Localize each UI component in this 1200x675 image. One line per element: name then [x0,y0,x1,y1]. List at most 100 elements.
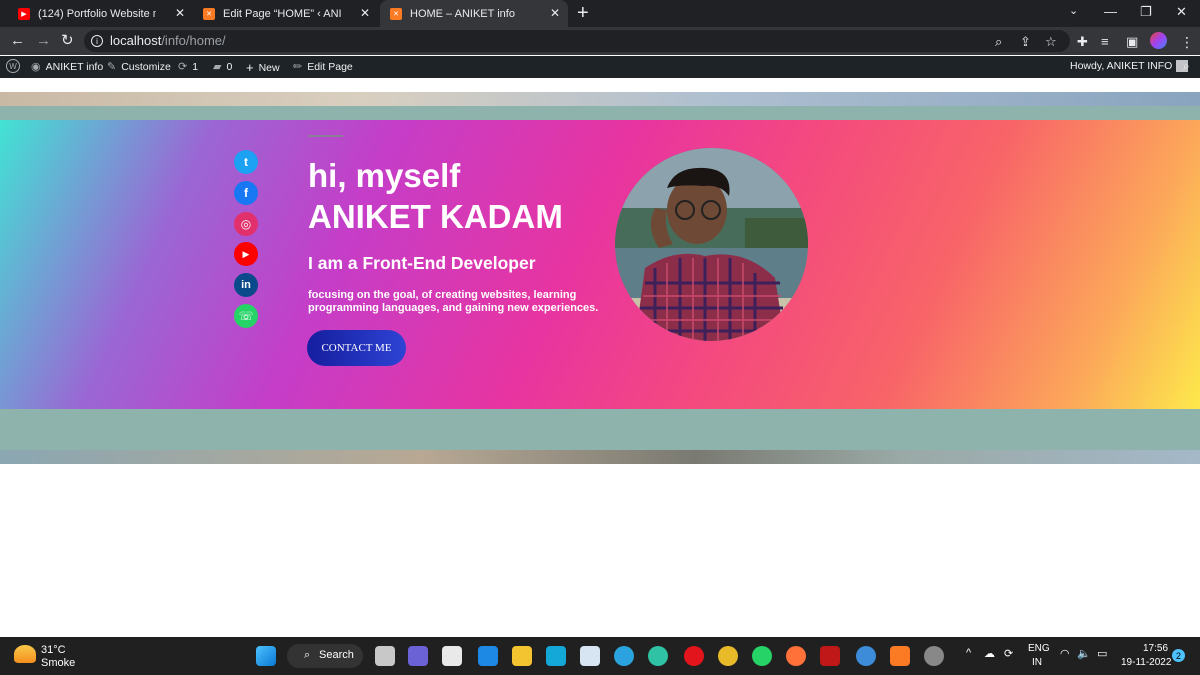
whatsapp-icon[interactable]: ☏ [234,304,258,328]
adminbar-customize[interactable]: ✎ Customize [107,60,171,74]
tray-chevron-icon[interactable]: ^ [966,647,971,659]
teal-band-bottom [0,409,1200,450]
adminbar-updates[interactable]: ⟳ 1 [178,60,199,74]
browser-tab-strip: ▶ (124) Portfolio Website making u ✕ ✕ E… [0,0,1200,27]
linkedin-icon[interactable]: in [234,273,258,297]
maximize-button[interactable]: ❐ [1140,4,1152,20]
close-icon[interactable]: ✕ [550,6,560,20]
url-text[interactable]: localhost/info/home/ [110,33,226,48]
chrome-profile-icon[interactable] [924,646,944,666]
adminbar-comments[interactable]: ▰ 0 [213,60,233,74]
notification-badge[interactable]: 2 [1172,649,1185,662]
youtube-icon[interactable]: ▶ [234,242,258,266]
mail-icon[interactable] [478,646,498,666]
chrome-icon[interactable] [718,646,738,666]
task-view-icon[interactable] [375,646,395,666]
wifi-icon[interactable]: ◠ [1060,647,1070,660]
clock-date[interactable]: 19-11-2022 [1121,657,1171,668]
pencil-icon: ✏ [293,61,303,73]
back-icon[interactable]: ← [10,31,25,51]
share-icon[interactable]: ⇪ [1020,32,1031,52]
twitter-icon[interactable]: t [234,150,258,174]
weather-temp[interactable]: 31°C [41,644,66,656]
instagram-icon[interactable]: ◎ [234,212,258,236]
language-region[interactable]: IN [1032,657,1042,668]
page-content [0,78,1200,465]
teal-band-top [0,106,1200,120]
address-bar[interactable] [84,30,1070,52]
taskbar-search-label: Search [319,649,354,661]
tab-title: HOME – ANIKET info [410,7,515,20]
adminbar-edit-label: Edit Page [307,60,353,73]
brush-icon: ✎ [107,61,117,73]
contact-me-button[interactable]: CONTACT ME [307,330,406,366]
xampp-icon[interactable] [890,646,910,666]
adminbar-edit-page[interactable]: ✏ Edit Page [293,60,353,74]
firefox-icon[interactable] [786,646,806,666]
background-image-top [0,92,1200,106]
tab-youtube[interactable]: ▶ (124) Portfolio Website making u ✕ [8,0,193,27]
adminbar-howdy[interactable]: Howdy, ANIKET INFO [1070,60,1189,72]
onedrive-icon[interactable]: ☁ [984,647,995,660]
edge-icon[interactable] [648,646,668,666]
adminbar-comments-count: 0 [226,60,233,73]
search-icon[interactable]: ⌕ [1183,59,1190,74]
reading-list-icon[interactable]: ≡ [1101,32,1109,52]
title-divider [308,135,343,137]
battery-icon[interactable]: ▭ [1097,647,1107,660]
comment-icon: ▰ [213,61,222,73]
teams-icon[interactable] [408,646,428,666]
clock-time[interactable]: 17:56 [1143,643,1168,654]
weather-icon[interactable] [14,645,36,663]
tab-title: Edit Page “HOME” ‹ ANIKET info [223,7,341,20]
whatsapp-icon[interactable] [752,646,772,666]
menu-icon[interactable]: ⋮ [1180,32,1194,52]
start-icon[interactable] [256,646,276,666]
profile-avatar[interactable] [1150,32,1167,49]
window-close-button[interactable]: ✕ [1176,4,1187,20]
reload-icon[interactable]: ↻ [61,31,74,51]
volume-icon[interactable]: 🔈 [1077,647,1091,660]
close-icon[interactable]: ✕ [360,6,370,20]
tab-title: (124) Portfolio Website making u [38,7,156,20]
photos-icon[interactable] [580,646,600,666]
forward-icon[interactable]: → [36,31,51,51]
tab-edit-page[interactable]: ✕ Edit Page “HOME” ‹ ANIKET info ✕ [193,0,378,27]
xampp-icon: ✕ [390,7,402,20]
refresh-icon: ⟳ [178,61,188,73]
close-icon[interactable]: ✕ [175,6,185,20]
url-path: /info/home/ [161,33,226,48]
launcher-icon[interactable] [546,646,566,666]
sync-icon[interactable]: ⟳ [1004,647,1013,660]
chrome-active-icon[interactable] [856,646,876,666]
store-icon[interactable] [442,646,462,666]
hero-description: focusing on the goal, of creating websit… [308,289,599,314]
tab-home[interactable]: ✕ HOME – ANIKET info ✕ [380,0,568,27]
side-panel-icon[interactable]: ▣ [1126,32,1138,52]
wp-admin-bar: W ◉ ANIKET info ✎ Customize ⟳ 1 ▰ 0 + New ✏ Ed… [0,56,1200,78]
youtube-icon: ▶ [18,7,30,20]
wordpress-icon[interactable]: W [6,59,20,73]
hero-role: I am a Front-End Developer [308,253,536,273]
background-image-bottom [0,450,1200,464]
adminbar-new[interactable]: + New [246,60,280,75]
file-explorer-icon[interactable] [512,646,532,666]
mcafee-icon[interactable] [820,646,840,666]
adminbar-site[interactable]: ◉ ANIKET info [31,60,104,74]
zoom-icon[interactable]: ⌕ [995,32,1002,52]
new-tab-button[interactable]: + [577,2,589,24]
plus-icon: + [246,60,254,75]
bookmark-star-icon[interactable]: ☆ [1045,32,1057,52]
language-code[interactable]: ENG [1028,643,1050,654]
windows-taskbar: 31°C Smoke ⌕ Search ^ ☁ ⟳ ENG IN ◠ 🔈 ▭ 1… [0,637,1200,675]
telegram-icon[interactable] [614,646,634,666]
tab-search-icon[interactable]: ⌄ [1069,4,1078,17]
adminbar-updates-count: 1 [192,60,199,73]
facebook-icon[interactable]: f [234,181,258,205]
minimize-button[interactable]: — [1104,4,1117,19]
extensions-icon[interactable]: ✚ [1077,32,1088,52]
info-icon[interactable]: i [91,35,103,47]
opera-icon[interactable] [684,646,704,666]
weather-condition[interactable]: Smoke [41,657,75,669]
adminbar-site-label: ANIKET info [45,60,104,73]
